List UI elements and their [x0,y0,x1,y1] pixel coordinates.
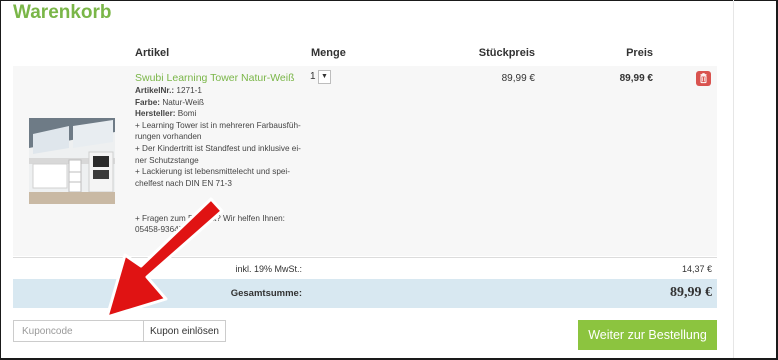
article-number-value: 1271-1 [176,86,202,95]
trash-icon [700,73,707,84]
help-line: + Fragen zum Produkt? Wir helfen Ihnen: [135,213,285,223]
description-line: ner Schutzstange [135,155,199,165]
product-image-kitchen [29,118,115,204]
row-divider [13,257,717,258]
description-line: + Der Kindertritt ist Standfest und inkl… [135,143,301,153]
total-value: 89,99 € [670,285,712,300]
unit-price: 89,99 € [501,73,535,84]
page-title: Warenkorb [13,2,112,23]
color-label: Farbe: [135,97,161,107]
redeem-coupon-button[interactable]: Kupon einlösen [143,320,226,342]
help-phone: 05458-936478 [135,225,188,235]
product-image[interactable] [29,118,115,204]
article-number-line: ArtikelNr.: 1271-1 [135,85,305,97]
description-line: rungen vorhanden [135,132,202,142]
manufacturer-label: Hersteller: [135,109,176,119]
coupon-code-input[interactable] [13,320,144,342]
description-line: + Learning Tower ist in mehreren Farbaus… [135,120,301,130]
description-line: chelfest nach DIN EN 71-3 [135,178,232,188]
column-header-quantity: Menge [311,47,346,59]
manufacturer-line: Hersteller: Bomi [135,108,305,120]
color-value: Natur-Weiß [162,97,205,107]
total-band [13,279,717,308]
continue-to-order-button[interactable]: Weiter zur Bestellung [578,320,717,350]
quantity-value: 1 [310,71,316,82]
description-line: + Lackierung ist lebensmittelecht und sp… [135,167,290,177]
line-total: 89,99 € [619,73,653,84]
product-name-link[interactable]: Swubi Learning Tower Natur-Weiß [135,72,295,84]
layout-divider [733,0,734,358]
column-header-price: Preis [626,47,653,59]
column-header-article: Artikel [135,47,170,59]
tax-value: 14,37 € [681,264,712,274]
color-line: Farbe: Natur-Weiß [135,97,305,109]
total-label: Gesamtsumme: [230,288,302,299]
delete-item-button[interactable] [696,71,711,86]
caret-down-icon: ▼ [321,73,328,80]
cart-item-row [13,66,717,256]
product-details: ArtikelNr.: 1271-1 Farbe: Natur-Weiß Her… [135,85,305,236]
article-number-label: ArtikelNr.: [135,86,175,95]
tax-label: inkl. 19% MwSt.: [235,264,302,274]
quantity-dropdown[interactable]: ▼ [318,70,331,84]
column-header-unit-price: Stückpreis [478,47,535,59]
manufacturer-value: Bomi [177,109,197,119]
